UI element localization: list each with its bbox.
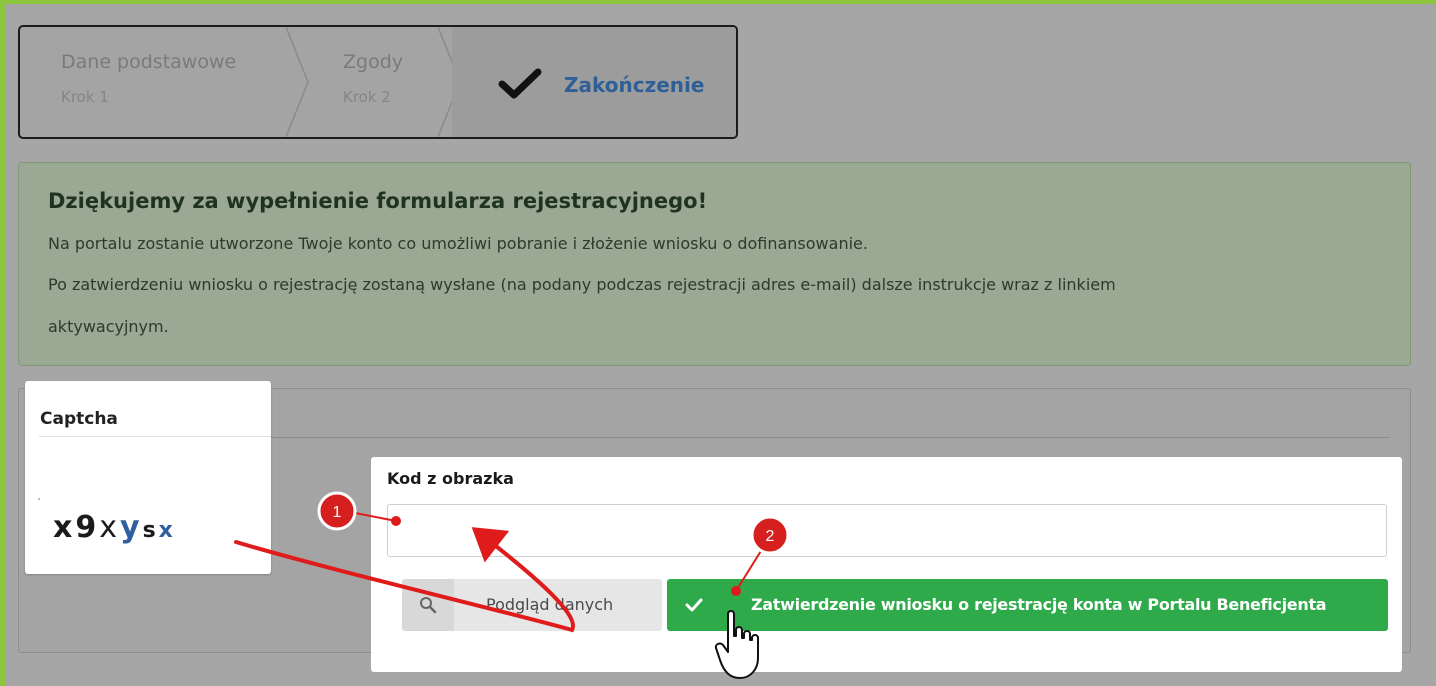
captcha-noise — [38, 498, 40, 500]
check-icon — [498, 68, 542, 99]
divider — [39, 436, 271, 437]
confirm-button-icon-box — [667, 579, 719, 631]
window-frame-top — [0, 0, 1436, 4]
success-alert: Dziękujemy za wypełnienie formularza rej… — [18, 162, 1411, 366]
captcha-char: 9 — [75, 510, 100, 545]
success-text: aktywacyjnym. — [48, 317, 169, 336]
code-input[interactable] — [387, 504, 1387, 557]
success-heading: Dziękujemy za wypełnienie formularza rej… — [48, 189, 708, 213]
step-completion[interactable]: Zakończenie — [452, 27, 736, 137]
step-subtitle: Krok 2 — [343, 88, 391, 106]
preview-button-icon-box — [402, 579, 454, 631]
captcha-char: s — [142, 518, 159, 543]
search-icon — [420, 597, 437, 614]
step-title: Zakończenie — [564, 73, 705, 97]
captcha-char: x — [158, 518, 176, 543]
step-basic-data[interactable]: Dane podstawowe Krok 1 — [20, 27, 309, 137]
check-icon — [685, 598, 703, 612]
captcha-label: Captcha — [40, 409, 118, 429]
step-title: Dane podstawowe — [61, 51, 237, 73]
confirm-button-label: Zatwierdzenie wniosku o rejestrację kont… — [751, 595, 1327, 614]
confirm-button[interactable]: Zatwierdzenie wniosku o rejestrację kont… — [667, 579, 1388, 631]
captcha-char: x — [53, 510, 76, 545]
captcha-char: y — [120, 510, 143, 545]
captcha-image: x9xysx — [53, 510, 176, 545]
success-text: Po zatwierdzeniu wniosku o rejestrację z… — [48, 275, 1116, 294]
captcha-form: Kod z obrazka Podgląd danych Zatwierdzen… — [371, 457, 1402, 672]
preview-button[interactable]: Podgląd danych — [402, 579, 662, 631]
success-text: Na portalu zostanie utworzone Twoje kont… — [48, 234, 868, 253]
code-label: Kod z obrazka — [387, 469, 514, 488]
step-subtitle: Krok 1 — [61, 88, 109, 106]
step-title: Zgody — [343, 51, 404, 73]
captcha-char: x — [99, 510, 120, 545]
step-consents[interactable]: Zgody Krok 2 — [302, 27, 461, 137]
preview-button-label: Podgląd danych — [486, 595, 614, 614]
registration-steps: Dane podstawowe Krok 1 Zgody Krok 2 Zako… — [18, 25, 738, 139]
window-frame-left — [0, 0, 5, 686]
captcha-card: Captcha x9xysx — [25, 381, 271, 574]
